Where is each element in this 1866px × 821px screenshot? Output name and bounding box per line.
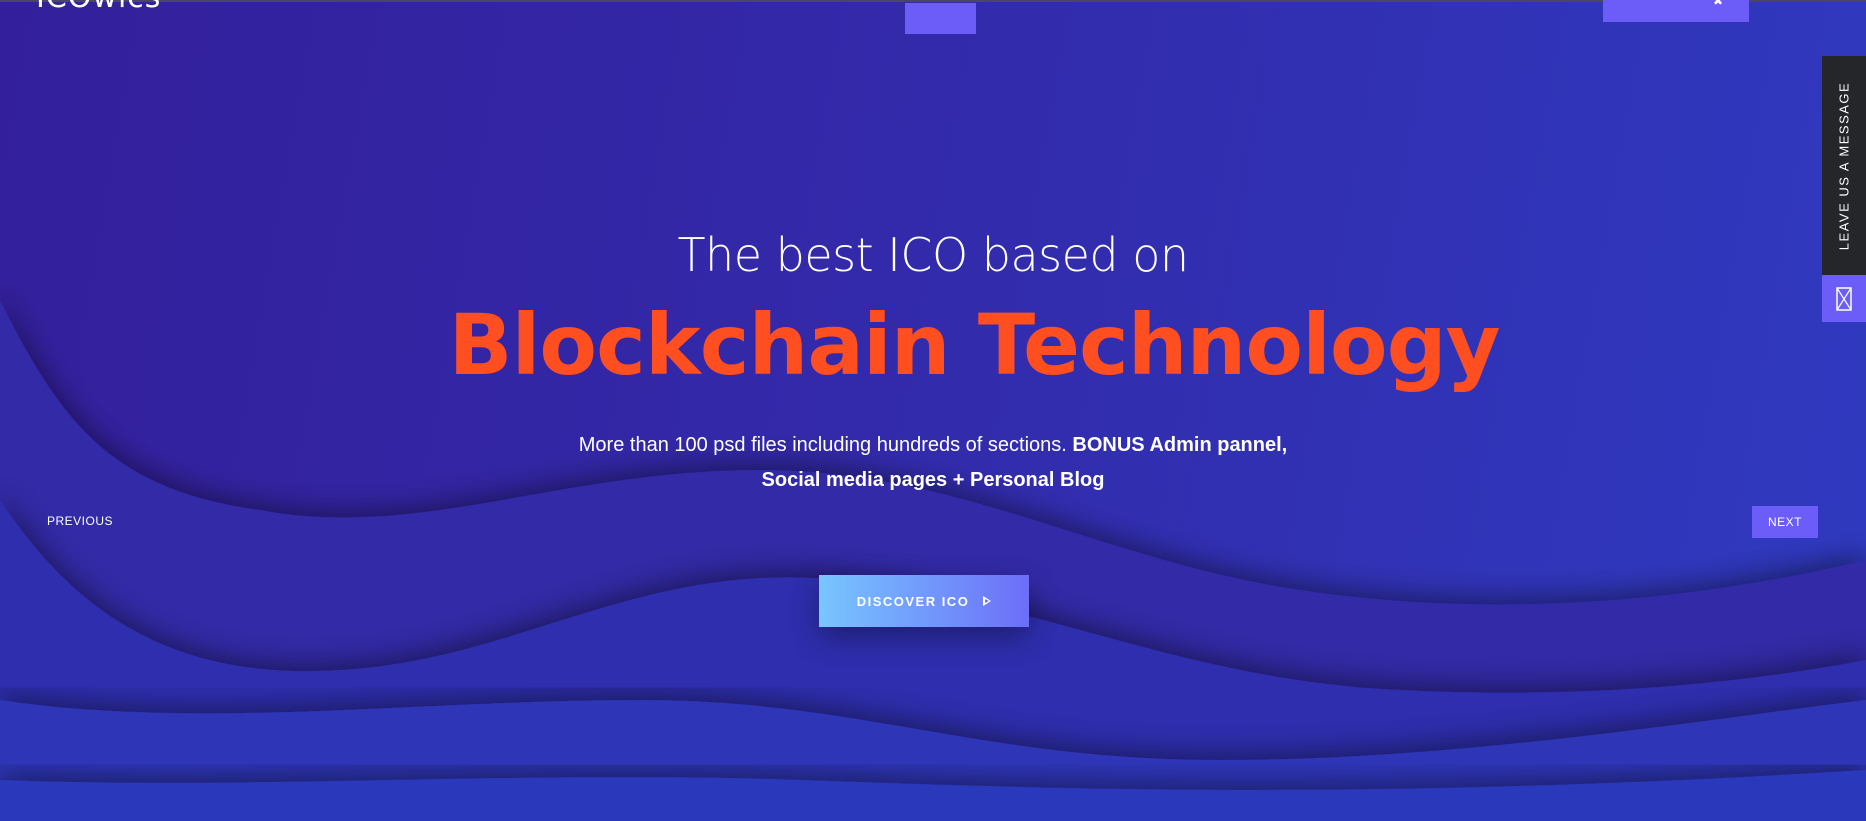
hero-heading-line2: Blockchain Technology — [448, 296, 1501, 394]
leave-message-label: LEAVE US A MESSAGE — [1836, 81, 1852, 251]
slider-previous-button[interactable]: PREVIOUS — [47, 514, 113, 528]
hero-subtitle-bold-1: BONUS Admin pannel, — [1072, 434, 1288, 456]
leave-message-mail-button[interactable] — [1822, 275, 1866, 322]
leave-message-tab[interactable]: LEAVE US A MESSAGE — [1822, 56, 1866, 275]
user-icon: ✖ — [1712, 0, 1723, 8]
slider-next-button[interactable]: NEXT — [1752, 506, 1818, 538]
hero-subtitle-plain: More than 100 psd files including hundre… — [578, 434, 1073, 456]
hero-subtitle-bold-2: Social media pages + Personal Blog — [761, 469, 1105, 491]
hero-section: The best ICO based on Blockchain Technol… — [0, 220, 1866, 498]
slider-next-label: NEXT — [1767, 515, 1802, 529]
header-cta-button[interactable]: ✖ — [1603, 0, 1749, 22]
site-logo[interactable]: ICOwlcs — [36, 0, 161, 10]
mail-icon — [1836, 286, 1852, 311]
hero-subtitle: More than 100 psd files including hundre… — [483, 428, 1383, 498]
play-icon — [983, 596, 992, 606]
discover-ico-label: DISCOVER ICO — [856, 593, 970, 609]
active-nav-indicator[interactable] — [905, 3, 976, 34]
discover-ico-button[interactable]: DISCOVER ICO — [819, 575, 1029, 627]
hero-heading-line1: The best ICO based on — [677, 228, 1189, 282]
